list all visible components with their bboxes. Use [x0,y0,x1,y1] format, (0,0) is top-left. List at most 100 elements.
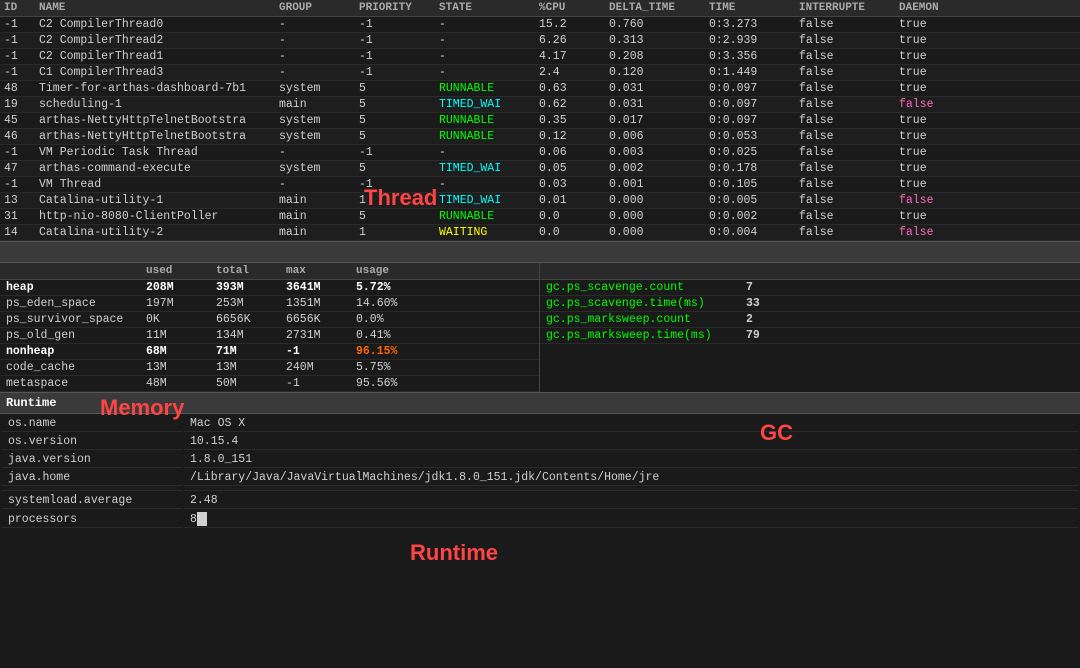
table-row: -1VM Thread--1-0.030.0010:0.105falsetrue [0,177,1080,193]
thread-cell: true [899,18,969,31]
mem-cell: 48M [146,377,216,390]
thread-cell: 0:0.004 [709,226,799,239]
list-item: nonheap68M71M-196.15% [0,344,539,360]
dashboard: ID NAME GROUP PRIORITY STATE %CPU DELTA_… [0,0,1080,668]
thread-cell: false [899,98,969,111]
thread-cell: 0:0.002 [709,210,799,223]
thread-cell: 0.313 [609,34,709,47]
thread-cell: - [439,146,539,159]
table-row: -1C1 CompilerThread3--1-2.40.1200:1.449f… [0,65,1080,81]
mem-cell: 6656K [286,313,356,326]
thread-cell: 14 [4,226,39,239]
list-item: ps_old_gen11M134M2731M0.41% [0,328,539,344]
thread-cell: main [279,210,359,223]
thread-cell: false [799,114,899,127]
thread-cell: TIMED_WAI [439,194,539,207]
thread-cell: - [439,178,539,191]
thread-cell: 0:2.939 [709,34,799,47]
thread-cell: 2.4 [539,66,609,79]
mem-cell: 13M [146,361,216,374]
thread-rows-container: -1C2 CompilerThread0--1-15.20.7600:3.273… [0,17,1080,241]
col-header-delta: DELTA_TIME [609,2,709,14]
col-header-time: TIME [709,2,799,14]
thread-cell: true [899,50,969,63]
thread-cell: true [899,178,969,191]
table-row: 46arthas-NettyHttpTelnetBootstrasystem5R… [0,129,1080,145]
thread-cell: - [279,18,359,31]
table-row: 14Catalina-utility-2main1WAITING0.00.000… [0,225,1080,241]
mem-col-total: total [216,265,286,277]
dashboard-container: ID NAME GROUP PRIORITY STATE %CPU DELTA_… [0,0,1080,668]
runtime-value: 10.15.4 [184,434,1078,450]
mem-cell: ps_survivor_space [6,313,146,326]
runtime-key: os.name [2,416,182,432]
thread-cell: false [799,66,899,79]
thread-cell: 0.0 [539,210,609,223]
thread-cell: true [899,146,969,159]
thread-cell: system [279,130,359,143]
thread-cell: 0:0.053 [709,130,799,143]
list-item: gc.ps_marksweep.count2 [540,312,1080,328]
mem-cell: 0.0% [356,313,426,326]
list-item: gc.ps_scavenge.time(ms)33 [540,296,1080,312]
runtime-table: os.nameMac OS Xos.version10.15.4java.ver… [0,414,1080,530]
thread-cell: C2 CompilerThread1 [39,50,279,63]
thread-cell: RUNNABLE [439,114,539,127]
mem-col-usage: usage [356,265,426,277]
thread-cell: - [279,66,359,79]
mem-cell: 208M [146,281,216,294]
thread-cell: false [799,194,899,207]
mem-cell: 393M [216,281,286,294]
mem-cell: 0K [146,313,216,326]
mem-cell: 240M [286,361,356,374]
thread-cell: Catalina-utility-1 [39,194,279,207]
thread-header-row: ID NAME GROUP PRIORITY STATE %CPU DELTA_… [0,0,1080,17]
list-item: java.home/Library/Java/JavaVirtualMachin… [2,470,1078,486]
thread-cell: 0:0.097 [709,98,799,111]
thread-cell: main [279,194,359,207]
thread-cell: RUNNABLE [439,210,539,223]
list-item: gc.ps_marksweep.time(ms)79 [540,328,1080,344]
thread-cell: - [279,34,359,47]
mem-cell: 50M [216,377,286,390]
mem-cell: 5.75% [356,361,426,374]
thread-cell: false [899,226,969,239]
thread-cell: C2 CompilerThread0 [39,18,279,31]
thread-cell: 19 [4,98,39,111]
thread-cell: 0.000 [609,194,709,207]
thread-cell: RUNNABLE [439,82,539,95]
list-item: ps_eden_space197M253M1351M14.60% [0,296,539,312]
thread-cell: 31 [4,210,39,223]
mem-cell: code_cache [6,361,146,374]
thread-cell: true [899,114,969,127]
thread-cell: - [279,146,359,159]
thread-cell: false [799,82,899,95]
list-item: os.version10.15.4 [2,434,1078,450]
runtime-key: processors [2,511,182,528]
memory-section-label [6,245,1080,259]
table-row: 19scheduling-1main5TIMED_WAI0.620.0310:0… [0,97,1080,113]
thread-cell: C1 CompilerThread3 [39,66,279,79]
cursor [197,512,207,526]
thread-cell: -1 [359,18,439,31]
thread-cell: 5 [359,162,439,175]
thread-cell: RUNNABLE [439,130,539,143]
list-item: gc.ps_scavenge.count7 [540,280,1080,296]
thread-cell: 5 [359,114,439,127]
mem-cell: 197M [146,297,216,310]
col-header-group: GROUP [279,2,359,14]
list-item: processors8 [2,511,1078,528]
list-item: systemload.average2.48 [2,493,1078,509]
thread-cell: 0:0.105 [709,178,799,191]
mem-cell: 68M [146,345,216,358]
col-header-state: STATE [439,2,539,14]
mem-cell: 96.15% [356,345,426,358]
thread-cell: false [799,98,899,111]
runtime-rows-container: os.nameMac OS Xos.version10.15.4java.ver… [2,416,1078,528]
runtime-value: 2.48 [184,493,1078,509]
thread-cell: 0.006 [609,130,709,143]
thread-cell: true [899,82,969,95]
memory-section-bar [0,241,1080,263]
thread-cell: -1 [359,34,439,47]
thread-cell: false [799,130,899,143]
